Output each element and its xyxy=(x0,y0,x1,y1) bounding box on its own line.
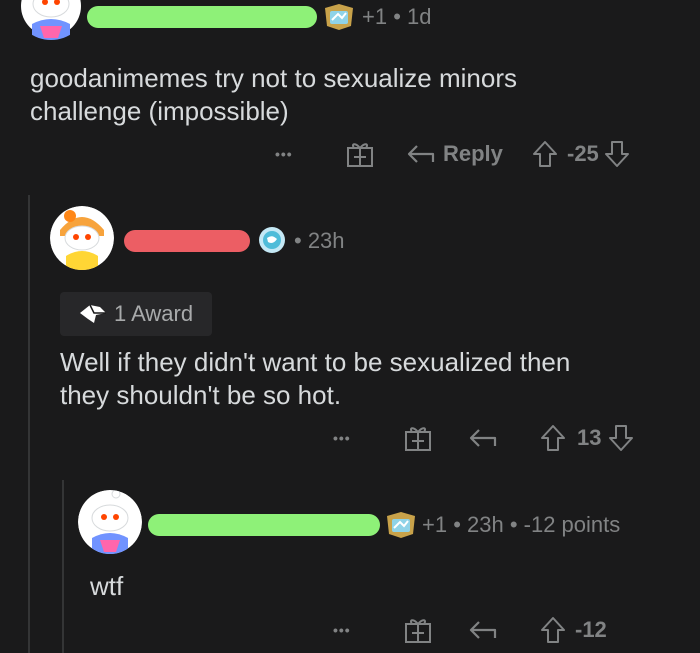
reply-button[interactable] xyxy=(467,426,539,450)
username[interactable] xyxy=(87,6,317,28)
gift-award-button[interactable] xyxy=(403,616,467,644)
reply-button[interactable]: Reply xyxy=(405,141,531,167)
gift-icon xyxy=(405,619,431,643)
username[interactable] xyxy=(148,514,380,536)
gift-award-button[interactable] xyxy=(403,424,467,452)
reply-arrow-icon xyxy=(469,621,497,639)
username[interactable] xyxy=(124,230,250,252)
more-options-button[interactable]: ••• xyxy=(333,622,403,638)
reply-label: Reply xyxy=(443,141,503,166)
gift-award-button[interactable] xyxy=(345,140,405,168)
avatar[interactable] xyxy=(78,490,142,554)
downvote-arrow-icon xyxy=(609,425,634,451)
upvote-arrow-icon xyxy=(533,141,557,167)
comment-body-line: Well if they didn't want to be sexualize… xyxy=(60,347,571,377)
comment-meta: +1 • 23h • -12 points xyxy=(422,512,621,537)
reply-arrow-icon xyxy=(407,145,435,163)
reply-arrow-icon xyxy=(469,429,497,447)
upvote-button[interactable] xyxy=(531,139,559,169)
chest-badge-icon xyxy=(384,510,418,545)
upvote-arrow-icon xyxy=(541,425,565,451)
chest-badge-icon xyxy=(322,2,356,37)
thread-line-level-2[interactable] xyxy=(62,480,64,653)
comment-body-line: goodanimemes try not to sexualize minors xyxy=(30,63,518,93)
more-options-button[interactable]: ••• xyxy=(333,430,403,446)
comment-actions: ••• -12 xyxy=(333,612,607,648)
comment-meta: +1 • 1d xyxy=(362,4,432,29)
thread-line-level-1[interactable] xyxy=(28,195,30,653)
comment-meta: • 23h xyxy=(294,228,345,253)
globe-badge-icon xyxy=(258,226,286,259)
upvote-button[interactable] xyxy=(539,615,567,645)
gift-icon xyxy=(347,143,373,167)
downvote-button[interactable] xyxy=(607,423,635,453)
downvote-button[interactable] xyxy=(603,139,631,169)
award-hand-icon xyxy=(80,304,106,323)
comment-actions: ••• 13 xyxy=(333,420,635,456)
award-label: 1 Award xyxy=(114,301,194,326)
comment-body: goodanimemes try not to sexualize minors… xyxy=(30,62,670,128)
upvote-button[interactable] xyxy=(539,423,567,453)
gift-icon xyxy=(405,427,431,451)
comment-body: Well if they didn't want to be sexualize… xyxy=(60,346,680,412)
vote-score: -25 xyxy=(567,141,599,166)
reply-button[interactable] xyxy=(467,618,539,642)
comment-body-line: challenge (impossible) xyxy=(30,96,289,126)
avatar[interactable] xyxy=(50,206,114,270)
avatar[interactable] xyxy=(18,0,84,40)
downvote-arrow-icon xyxy=(604,141,629,167)
vote-score: -12 xyxy=(575,617,607,642)
award-badge[interactable]: 1 Award xyxy=(60,292,212,336)
comment-actions: ••• Reply -25 xyxy=(275,136,631,172)
upvote-arrow-icon xyxy=(541,617,565,643)
vote-score: 13 xyxy=(577,425,602,450)
more-options-button[interactable]: ••• xyxy=(275,146,345,162)
comment-body: wtf xyxy=(90,571,124,601)
comment-body-line: they shouldn't be so hot. xyxy=(60,380,342,410)
